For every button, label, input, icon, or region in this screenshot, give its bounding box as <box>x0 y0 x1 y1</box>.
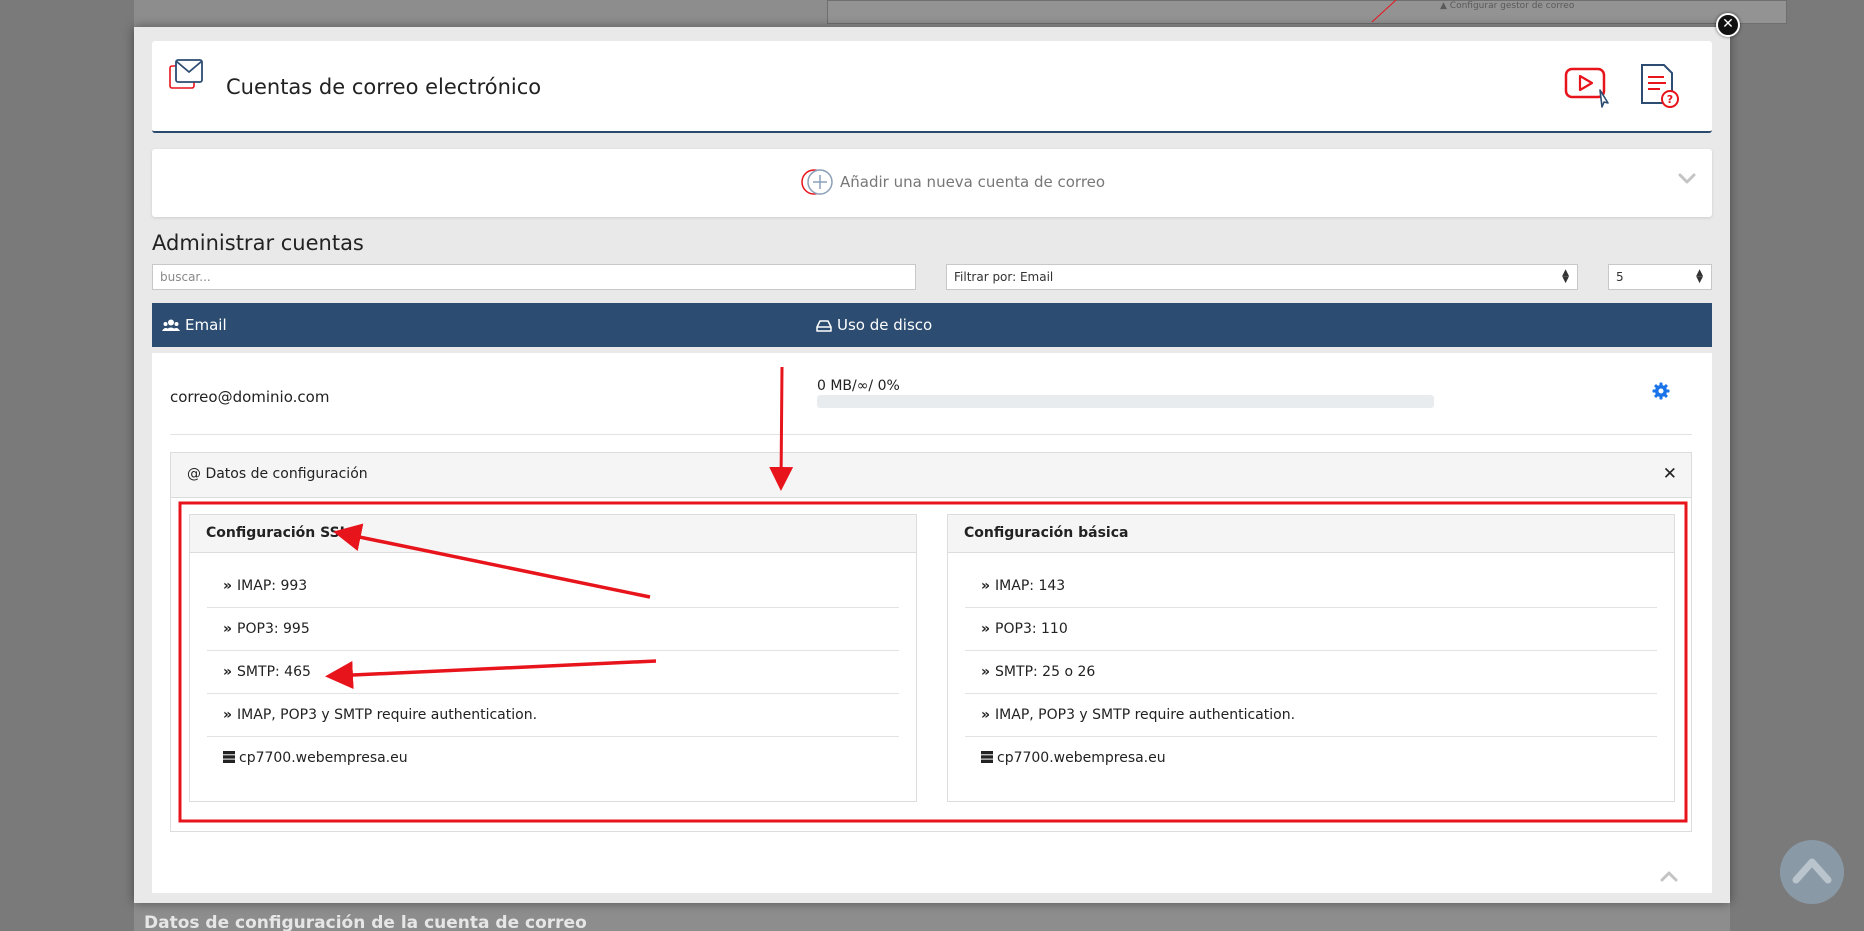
per-page-value: 5 <box>1616 270 1624 284</box>
list-item: » SMTP: 25 o 26 <box>965 651 1657 694</box>
list-item: » POP3: 110 <box>965 608 1657 651</box>
basic-server-host: cp7700.webempresa.eu <box>997 750 1166 766</box>
add-circle-icon <box>800 168 836 200</box>
search-input[interactable] <box>152 264 916 290</box>
filter-select-value: Filtrar por: Email <box>954 270 1054 284</box>
background-footer-title: Datos de configuración de la cuenta de c… <box>144 913 587 931</box>
page-title: Cuentas de correo electrónico <box>226 75 542 99</box>
list-item: » IMAP, POP3 y SMTP require authenticatio… <box>965 694 1657 737</box>
email-accounts-modal: Cuentas de correo electrónico ? Añadir u… <box>134 27 1730 903</box>
double-chevron-icon: » <box>223 664 233 680</box>
scroll-to-top-button[interactable] <box>1780 840 1844 904</box>
select-arrows-icon: ▲ ▼ <box>1696 268 1703 285</box>
gear-icon[interactable] <box>1652 382 1670 404</box>
divider <box>170 434 1692 435</box>
select-arrows-icon: ▲ ▼ <box>1562 268 1569 285</box>
list-item: » IMAP: 143 <box>965 565 1657 608</box>
email-accounts-icon <box>168 57 204 97</box>
section-title: Administrar cuentas <box>152 231 364 255</box>
add-account-toggle[interactable]: Añadir una nueva cuenta de correo <box>152 149 1712 217</box>
column-header-disk-usage[interactable]: Uso de disco <box>816 316 932 334</box>
list-item: » POP3: 995 <box>207 608 899 651</box>
modal-header: Cuentas de correo electrónico ? <box>152 41 1712 133</box>
chevron-up-icon[interactable] <box>1660 867 1678 886</box>
users-icon <box>162 319 180 331</box>
list-item: » IMAP: 993 <box>207 565 899 608</box>
configuration-panel-title: @ Datos de configuración <box>187 466 368 482</box>
double-chevron-icon: » <box>981 578 991 594</box>
double-chevron-icon: » <box>981 664 991 680</box>
per-page-select[interactable]: 5 ▲ ▼ <box>1608 264 1712 290</box>
add-account-label: Añadir una nueva cuenta de correo <box>840 173 1106 191</box>
list-item: cp7700.webempresa.eu <box>965 737 1657 780</box>
disk-usage-text: 0 MB/∞/ 0% <box>817 378 900 394</box>
chevron-down-icon[interactable] <box>1678 170 1696 189</box>
column-header-email[interactable]: Email <box>162 316 227 334</box>
ssl-server-host: cp7700.webempresa.eu <box>239 750 408 766</box>
configuration-panel-header: @ Datos de configuración ✕ <box>171 453 1691 498</box>
basic-config-list: » IMAP: 143 » POP3: 110 » SMTP: 25 o 26 » IM… <box>948 553 1674 780</box>
double-chevron-icon: » <box>223 707 233 723</box>
ssl-config-box: Configuración SSL » IMAP: 993 » POP3: 995 … <box>189 514 917 802</box>
modal-close-button[interactable]: ✕ <box>1716 13 1740 37</box>
hard-drive-icon <box>816 320 832 332</box>
background-panel <box>827 0 1787 24</box>
list-item: » SMTP: 465 <box>207 651 899 694</box>
list-item: » IMAP, POP3 y SMTP require authenticatio… <box>207 694 899 737</box>
basic-config-title: Configuración básica <box>948 515 1674 553</box>
chevron-up-icon <box>1792 858 1832 884</box>
double-chevron-icon: » <box>223 578 233 594</box>
ssl-config-list: » IMAP: 993 » POP3: 995 » SMTP: 465 » IMAP, … <box>190 553 916 780</box>
help-document-icon[interactable]: ? <box>1636 63 1682 113</box>
double-chevron-icon: » <box>223 621 233 637</box>
server-icon <box>223 751 235 763</box>
disk-usage-bar <box>817 395 1434 408</box>
ssl-config-title: Configuración SSL <box>190 515 916 553</box>
double-chevron-icon: » <box>981 707 991 723</box>
server-icon <box>981 751 993 763</box>
configuration-panel: @ Datos de configuración ✕ Configuración… <box>170 452 1692 832</box>
close-icon[interactable]: ✕ <box>1663 464 1677 484</box>
account-email: correo@dominio.com <box>170 388 330 406</box>
filter-select[interactable]: Filtrar por: Email ▲ ▼ <box>946 264 1578 290</box>
table-header: Email Uso de disco <box>152 303 1712 347</box>
basic-config-box: Configuración básica » IMAP: 143 » POP3: 1… <box>947 514 1675 802</box>
double-chevron-icon: » <box>981 621 991 637</box>
account-row: correo@dominio.com 0 MB/∞/ 0% @ Datos de… <box>152 353 1712 893</box>
youtube-video-icon[interactable] <box>1564 65 1612 113</box>
list-item: cp7700.webempresa.eu <box>207 737 899 780</box>
background-link: ▲ Configurar gestor de correo <box>1440 1 1575 11</box>
svg-text:?: ? <box>1667 93 1673 106</box>
